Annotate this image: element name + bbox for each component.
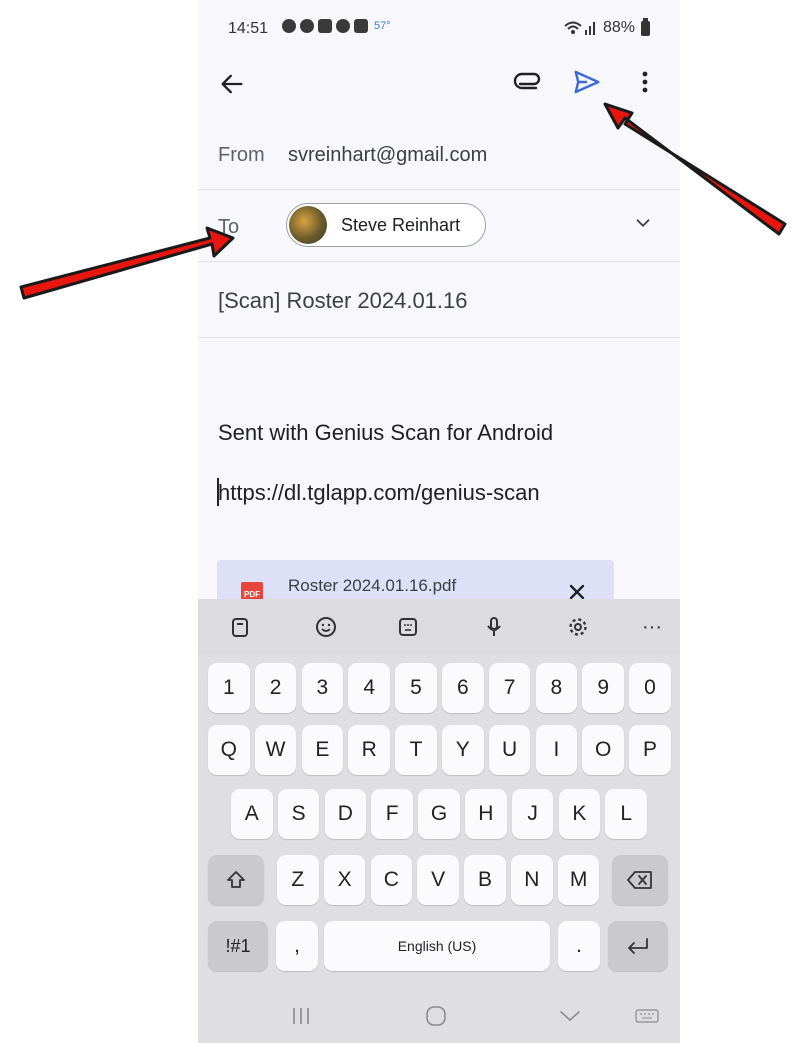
letter-key-q[interactable]: Q xyxy=(208,725,250,775)
letter-key-u[interactable]: U xyxy=(488,725,531,775)
pinterest-icon xyxy=(300,19,314,33)
letter-key-f[interactable]: F xyxy=(371,789,413,839)
avatar xyxy=(289,206,327,244)
number-key-0[interactable]: 0 xyxy=(629,663,671,713)
wifi-signal-icon xyxy=(564,21,595,35)
number-key-1[interactable]: 1 xyxy=(208,663,250,713)
keyboard-hide-icon[interactable] xyxy=(634,1006,660,1026)
keyboard-mode-icon[interactable] xyxy=(390,609,426,645)
space-key[interactable]: English (US) xyxy=(324,921,550,971)
status-bar: 14:51 57° 88% xyxy=(198,0,680,56)
letter-key-p[interactable]: P xyxy=(629,725,671,775)
microphone-icon[interactable] xyxy=(476,609,512,645)
body-signature[interactable]: Sent with Genius Scan for Android xyxy=(218,420,553,446)
to-label: To xyxy=(218,216,240,238)
letter-key-z[interactable]: Z xyxy=(277,855,319,905)
letter-key-g[interactable]: G xyxy=(418,789,460,839)
recent-apps-icon[interactable] xyxy=(290,1006,312,1026)
image-icon xyxy=(354,19,368,33)
battery-icon xyxy=(641,17,650,36)
phone-screen: 14:51 57° 88% From svreinhart@gmail.com … xyxy=(198,0,680,1043)
navigation-bar xyxy=(198,990,680,1043)
status-time: 14:51 xyxy=(228,20,269,37)
letter-key-b[interactable]: B xyxy=(464,855,506,905)
letter-key-w[interactable]: W xyxy=(254,725,297,775)
letter-key-l[interactable]: L xyxy=(605,789,647,839)
more-vert-icon[interactable] xyxy=(636,68,654,96)
letter-key-x[interactable]: X xyxy=(323,855,366,905)
status-temperature: 57° xyxy=(374,20,391,32)
subject-row[interactable]: [Scan] Roster 2024.01.16 xyxy=(198,262,680,338)
status-right: 88% xyxy=(563,17,650,37)
letter-key-j[interactable]: J xyxy=(511,789,554,839)
period-key[interactable]: . xyxy=(558,921,600,971)
number-key-6[interactable]: 6 xyxy=(442,663,484,713)
letter-key-h[interactable]: H xyxy=(465,789,507,839)
comma-key[interactable]: , xyxy=(276,921,318,971)
letter-key-n[interactable]: N xyxy=(511,855,553,905)
letter-key-c[interactable]: C xyxy=(370,855,413,905)
battery-percent: 88% xyxy=(602,19,635,36)
paperclip-icon[interactable] xyxy=(512,66,546,100)
message-icon xyxy=(282,19,296,33)
number-key-2[interactable]: 2 xyxy=(254,663,297,713)
clipboard-icon[interactable] xyxy=(222,609,258,645)
from-label: From xyxy=(218,144,265,166)
recipient-name: Steve Reinhart xyxy=(341,215,461,235)
letter-key-m[interactable]: M xyxy=(557,855,600,905)
number-key-5[interactable]: 5 xyxy=(395,663,437,713)
from-address[interactable]: svreinhart@gmail.com xyxy=(288,144,487,167)
to-row[interactable]: To Steve Reinhart xyxy=(198,190,680,262)
letter-key-d[interactable]: D xyxy=(324,789,367,839)
number-key-8[interactable]: 8 xyxy=(535,663,578,713)
from-row: From svreinhart@gmail.com xyxy=(198,128,680,190)
home-icon[interactable] xyxy=(424,1004,448,1028)
letter-key-o[interactable]: O xyxy=(582,725,624,775)
number-key-4[interactable]: 4 xyxy=(348,663,390,713)
letter-key-v[interactable]: V xyxy=(417,855,459,905)
back-arrow-icon[interactable] xyxy=(218,70,246,98)
attachment-name: Roster 2024.01.16.pdf xyxy=(288,576,457,595)
shift-key[interactable] xyxy=(208,855,264,905)
recipient-chip[interactable]: Steve Reinhart xyxy=(286,203,486,247)
number-key-7[interactable]: 7 xyxy=(488,663,531,713)
letter-key-y[interactable]: Y xyxy=(442,725,484,775)
keyboard-more-icon[interactable]: ··· xyxy=(634,609,670,645)
emoji-icon[interactable] xyxy=(308,609,344,645)
notification-icons: 57° xyxy=(282,19,391,33)
subject-input[interactable]: [Scan] Roster 2024.01.16 xyxy=(218,288,468,314)
letter-key-e[interactable]: E xyxy=(301,725,344,775)
on-screen-keyboard: ··· 1234567890 QWERTYUIOP ASDFGHJKL ZXCV… xyxy=(198,599,680,1043)
keyboard-toolbar: ··· xyxy=(198,599,680,655)
location-icon xyxy=(336,19,350,33)
letter-key-t[interactable]: T xyxy=(395,725,437,775)
symbols-key[interactable]: !#1 xyxy=(208,921,268,971)
gear-icon[interactable] xyxy=(560,609,596,645)
body-link[interactable]: https://dl.tglapp.com/genius-scan xyxy=(218,480,540,506)
compose-toolbar xyxy=(198,56,680,112)
send-icon[interactable] xyxy=(572,67,602,97)
chevron-down-icon[interactable] xyxy=(632,212,654,234)
letter-key-r[interactable]: R xyxy=(348,725,390,775)
letter-key-s[interactable]: S xyxy=(277,789,320,839)
ring-icon xyxy=(318,19,332,33)
number-key-9[interactable]: 9 xyxy=(582,663,624,713)
backspace-key[interactable] xyxy=(612,855,668,905)
nav-back-icon[interactable] xyxy=(558,1006,582,1026)
letter-key-a[interactable]: A xyxy=(231,789,273,839)
number-key-3[interactable]: 3 xyxy=(301,663,344,713)
letter-key-k[interactable]: K xyxy=(558,789,601,839)
enter-key[interactable] xyxy=(608,921,668,971)
letter-key-i[interactable]: I xyxy=(535,725,578,775)
